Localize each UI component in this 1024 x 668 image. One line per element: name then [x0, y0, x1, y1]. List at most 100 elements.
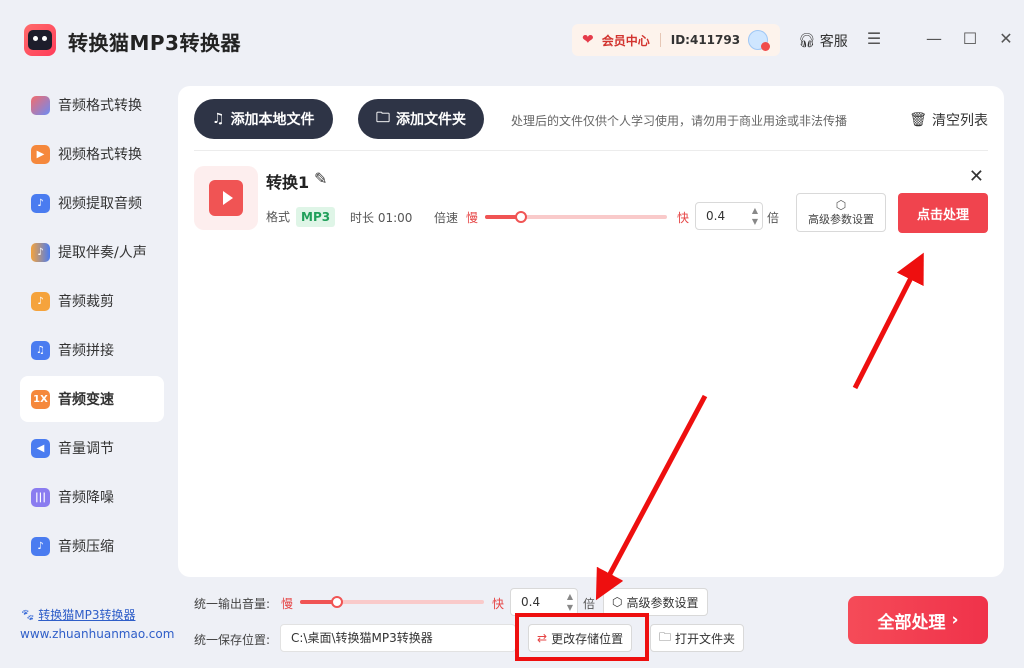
output-volume-label: 统一输出音量:: [194, 597, 271, 611]
duration-label: 时长: [350, 211, 375, 225]
speed-slider[interactable]: [485, 211, 667, 223]
usage-notice: 处理后的文件仅供个人学习使用，请勿用于商业用途或非法传播: [511, 114, 848, 128]
audio-join-icon: ♫: [31, 340, 50, 360]
stepper-down-icon[interactable]: ▼: [752, 216, 758, 227]
open-folder-button[interactable]: 🗀 打开文件夹: [650, 624, 745, 652]
customer-service-button[interactable]: 🎧︎ 客服: [798, 31, 848, 51]
divider: [194, 150, 988, 151]
sidebar-item-label: 视频格式转换: [58, 147, 142, 163]
website-link[interactable]: www.zhuanhuanmao.com: [20, 627, 174, 641]
trash-icon: 🗑︎: [909, 112, 927, 128]
headset-icon: 🎧︎: [798, 33, 816, 49]
add-folder-label: 添加文件夹: [396, 112, 466, 128]
title-bar: 转换猫MP3转换器 ❤ 会员中心 ID:411793 🎧︎ 客服 ☰ — ☐ ✕: [0, 0, 1024, 82]
folder-icon: 🗀: [659, 629, 672, 644]
main-panel: ♫ 添加本地文件 🗀 添加文件夹 处理后的文件仅供个人学习使用，请勿用于商业用途…: [178, 86, 1004, 577]
stepper-down-icon[interactable]: ▼: [567, 602, 573, 613]
compress-icon: ♪: [31, 536, 50, 556]
advanced-settings-label: 高级参数设置: [808, 212, 874, 226]
sidebar-item-label: 音频拼接: [58, 343, 114, 359]
video-extract-icon: ♪: [31, 193, 50, 213]
volume-slider[interactable]: [300, 596, 484, 608]
menu-icon[interactable]: ☰: [864, 28, 884, 48]
file-name: 转换1: [266, 173, 310, 192]
sidebar-item-video-extract[interactable]: ♪ 视频提取音频: [20, 180, 164, 226]
brand-link[interactable]: 转换猫MP3转换器: [38, 608, 135, 622]
volume-fast-label: 快: [492, 597, 505, 611]
close-window-button[interactable]: ✕: [996, 28, 1016, 48]
duration-value: 01:00: [377, 211, 413, 225]
footer-links: 🐾︎ 转换猫MP3转换器 www.zhuanhuanmao.com: [20, 606, 174, 641]
highlight-box: [515, 613, 649, 661]
add-local-file-button[interactable]: ♫ 添加本地文件: [194, 99, 333, 139]
member-center-label: 会员中心: [601, 33, 650, 48]
sidebar-item-label: 提取伴奏/人声: [58, 245, 147, 261]
sidebar-item-audio-cut[interactable]: ♪ 音频裁剪: [20, 278, 164, 324]
file-thumbnail: [194, 166, 258, 230]
stepper-up-icon[interactable]: ▲: [752, 205, 758, 216]
stepper-up-icon[interactable]: ▲: [567, 591, 573, 602]
sidebar-item-label: 音频压缩: [58, 539, 114, 555]
process-all-button[interactable]: 全部处理 ›: [848, 596, 988, 644]
sidebar-item-compress[interactable]: ♪ 音频压缩: [20, 523, 164, 569]
member-center-button[interactable]: ❤ 会员中心 ID:411793: [572, 24, 780, 56]
process-all-label: 全部处理: [877, 612, 946, 633]
video-format-icon: ▶: [31, 144, 50, 164]
sidebar-item-label: 视频提取音频: [58, 196, 142, 212]
sidebar-item-audio-join[interactable]: ♫ 音频拼接: [20, 327, 164, 373]
audio-format-icon: [31, 95, 50, 115]
sidebar-item-volume[interactable]: ◀ 音量调节: [20, 425, 164, 471]
app-logo: [24, 24, 56, 56]
avatar[interactable]: [748, 30, 771, 51]
volume-slider-handle[interactable]: [330, 596, 343, 608]
add-music-icon: ♫: [212, 111, 225, 127]
speed-label: 倍速: [434, 211, 459, 225]
sidebar-item-video-format[interactable]: ▶ 视频格式转换: [20, 131, 164, 177]
folder-icon: 🗀: [376, 110, 390, 126]
maximize-button[interactable]: ☐: [960, 28, 980, 48]
sidebar-item-label: 音频裁剪: [58, 294, 114, 310]
sidebar-item-audio-speed[interactable]: 1X 音频变速: [20, 376, 164, 422]
format-badge: MP3: [296, 207, 336, 227]
sidebar-item-denoise[interactable]: ||| 音频降噪: [20, 474, 164, 520]
minimize-button[interactable]: —: [924, 28, 944, 48]
times-label: 倍: [767, 211, 780, 225]
add-local-file-label: 添加本地文件: [230, 112, 315, 128]
speed-stepper[interactable]: 0.4 ▲ ▼: [695, 202, 763, 230]
chevron-right-icon: ›: [951, 610, 959, 630]
denoise-icon: |||: [31, 487, 50, 507]
volume-stepper[interactable]: 0.4 ▲ ▼: [510, 588, 578, 616]
audio-speed-icon: 1X: [31, 389, 50, 409]
duration: 时长 01:00: [350, 209, 412, 226]
vocal-extract-icon: ♪: [31, 242, 50, 262]
clear-list-button[interactable]: 🗑︎ 清空列表: [909, 110, 988, 130]
open-folder-label: 打开文件夹: [675, 631, 736, 646]
sidebar-item-label: 音量调节: [58, 441, 114, 457]
volume-slow-label: 慢: [281, 597, 294, 611]
edit-icon[interactable]: ✎: [314, 169, 327, 188]
sidebar-item-label: 音频变速: [58, 392, 114, 408]
format-label: 格式: [266, 210, 291, 224]
speed-value: 0.4: [706, 209, 726, 223]
sidebar: 音频格式转换 ▶ 视频格式转换 ♪ 视频提取音频 ♪ 提取伴奏/人声 ♪ 音频裁…: [20, 82, 164, 572]
bottom-advanced-settings-label: 高级参数设置: [626, 595, 699, 610]
remove-file-icon[interactable]: ✕: [969, 166, 984, 187]
paw-icon: 🐾︎: [20, 608, 36, 622]
user-id: ID:411793: [670, 33, 741, 47]
sidebar-item-vocal-extract[interactable]: ♪ 提取伴奏/人声: [20, 229, 164, 275]
fast-label: 快: [677, 211, 690, 225]
bottom-advanced-settings-button[interactable]: ⬡ 高级参数设置: [603, 588, 708, 616]
app-title: 转换猫MP3转换器: [68, 31, 241, 55]
slow-label: 慢: [466, 211, 479, 225]
volume-times-label: 倍: [583, 597, 596, 611]
process-button[interactable]: 点击处理: [898, 193, 988, 233]
video-file-icon: [209, 180, 243, 216]
sidebar-item-label: 音频格式转换: [58, 98, 142, 114]
save-path-field[interactable]: C:\桌面\转换猫MP3转换器: [280, 624, 516, 652]
advanced-settings-button[interactable]: ⬡ 高级参数设置: [796, 193, 886, 232]
speed-slider-handle[interactable]: [515, 211, 528, 223]
audio-cut-icon: ♪: [31, 291, 50, 311]
sidebar-item-audio-format[interactable]: 音频格式转换: [20, 82, 164, 128]
volume-icon: ◀: [31, 438, 50, 458]
add-folder-button[interactable]: 🗀 添加文件夹: [358, 99, 484, 139]
